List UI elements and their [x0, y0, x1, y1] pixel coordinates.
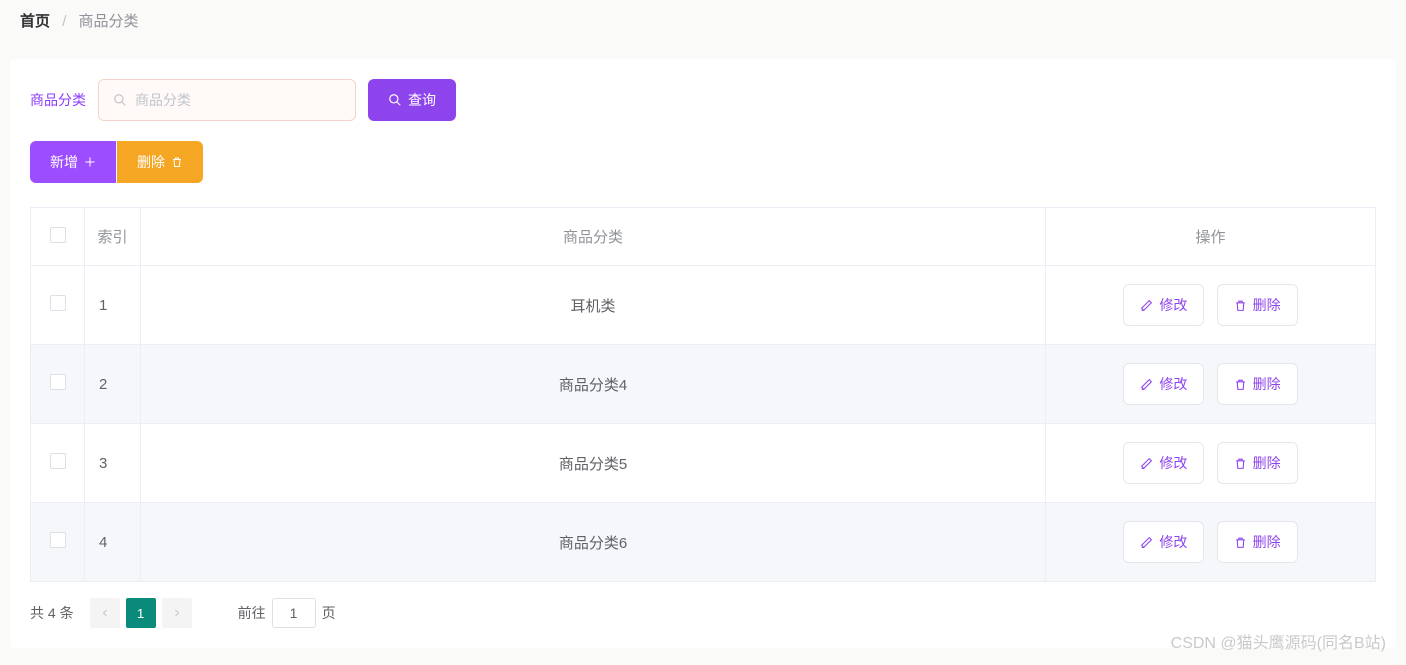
delete-button-label: 删除	[1253, 453, 1281, 473]
search-input[interactable]	[135, 92, 341, 108]
row-category: 商品分类4	[141, 345, 1046, 424]
add-button[interactable]: 新增	[30, 141, 116, 183]
batch-delete-button[interactable]: 删除	[117, 141, 203, 183]
trash-icon	[1234, 536, 1247, 549]
watermark: CSDN @猫头鹰源码(同名B站)	[1171, 629, 1386, 653]
batch-delete-label: 删除	[137, 152, 165, 172]
row-checkbox[interactable]	[50, 374, 66, 390]
trash-icon	[1234, 457, 1247, 470]
row-category: 商品分类5	[141, 424, 1046, 503]
row-checkbox[interactable]	[50, 295, 66, 311]
trash-icon	[171, 156, 183, 168]
search-label: 商品分类	[30, 90, 86, 110]
row-checkbox[interactable]	[50, 453, 66, 469]
edit-icon	[1140, 536, 1153, 549]
delete-button-label: 删除	[1253, 374, 1281, 394]
edit-icon	[1140, 299, 1153, 312]
row-category: 耳机类	[141, 266, 1046, 345]
table-header-row: 索引 商品分类 操作	[31, 208, 1376, 266]
row-index: 2	[85, 345, 141, 424]
query-button[interactable]: 查询	[368, 79, 456, 121]
plus-icon	[84, 156, 96, 168]
delete-button[interactable]: 删除	[1217, 363, 1298, 405]
row-index: 4	[85, 503, 141, 582]
edit-button-label: 修改	[1159, 453, 1187, 473]
pagination-goto-prefix: 前往	[238, 603, 266, 623]
delete-button-label: 删除	[1253, 532, 1281, 552]
trash-icon	[1234, 378, 1247, 391]
data-table: 索引 商品分类 操作 1 耳机类 修改 删除 2 商品分类4 修改	[30, 207, 1376, 582]
search-row: 商品分类 查询	[30, 79, 1376, 121]
search-input-wrapper[interactable]	[98, 79, 356, 121]
row-checkbox[interactable]	[50, 532, 66, 548]
row-category: 商品分类6	[141, 503, 1046, 582]
pagination-goto-input[interactable]	[272, 598, 316, 628]
edit-button-label: 修改	[1159, 532, 1187, 552]
pagination-goto-suffix: 页	[322, 603, 336, 623]
add-button-label: 新增	[50, 152, 78, 172]
delete-button[interactable]: 删除	[1217, 521, 1298, 563]
chevron-right-icon	[171, 607, 183, 619]
pagination-page-1[interactable]: 1	[126, 598, 156, 628]
header-ops: 操作	[1046, 208, 1376, 266]
main-panel: 商品分类 查询 新增 删除 索引 商品分类 操作	[10, 59, 1396, 648]
delete-button[interactable]: 删除	[1217, 442, 1298, 484]
select-all-checkbox[interactable]	[50, 227, 66, 243]
edit-button[interactable]: 修改	[1123, 521, 1204, 563]
edit-button-label: 修改	[1159, 374, 1187, 394]
table-row: 1 耳机类 修改 删除	[31, 266, 1376, 345]
edit-button-label: 修改	[1159, 295, 1187, 315]
delete-button[interactable]: 删除	[1217, 284, 1298, 326]
search-icon	[113, 93, 127, 107]
header-category: 商品分类	[141, 208, 1046, 266]
pagination-total: 共 4 条	[30, 603, 74, 623]
row-index: 3	[85, 424, 141, 503]
query-button-label: 查询	[408, 90, 436, 110]
edit-button[interactable]: 修改	[1123, 284, 1204, 326]
row-index: 1	[85, 266, 141, 345]
breadcrumb: 首页 / 商品分类	[0, 0, 1406, 41]
table-row: 3 商品分类5 修改 删除	[31, 424, 1376, 503]
pagination-next[interactable]	[162, 598, 192, 628]
pagination-prev[interactable]	[90, 598, 120, 628]
edit-icon	[1140, 457, 1153, 470]
edit-icon	[1140, 378, 1153, 391]
table-row: 4 商品分类6 修改 删除	[31, 503, 1376, 582]
table-row: 2 商品分类4 修改 删除	[31, 345, 1376, 424]
breadcrumb-current: 商品分类	[79, 13, 139, 30]
pagination: 共 4 条 1 前往 页	[30, 598, 1376, 628]
action-row: 新增 删除	[30, 141, 1376, 183]
search-icon	[388, 93, 402, 107]
edit-button[interactable]: 修改	[1123, 442, 1204, 484]
breadcrumb-separator: /	[62, 13, 66, 30]
edit-button[interactable]: 修改	[1123, 363, 1204, 405]
trash-icon	[1234, 299, 1247, 312]
chevron-left-icon	[99, 607, 111, 619]
breadcrumb-home[interactable]: 首页	[20, 13, 50, 30]
delete-button-label: 删除	[1253, 295, 1281, 315]
header-index: 索引	[85, 208, 141, 266]
